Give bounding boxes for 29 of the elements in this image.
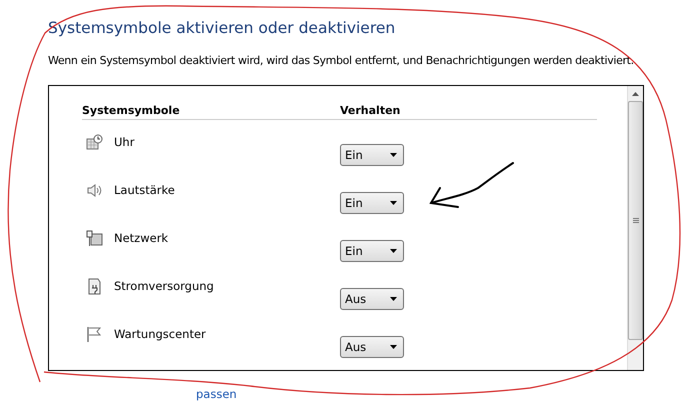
icon-name: Wartungscenter [114,326,207,341]
dropdown-arrow-icon [390,345,397,349]
flag-icon [86,326,103,343]
dropdown-arrow-icon [390,153,397,157]
behavior-dropdown[interactable]: Ein [340,144,404,166]
grip-icon [632,218,638,223]
dropdown-arrow-icon [390,201,397,205]
scrollbar-thumb[interactable] [628,101,643,340]
clock-icon [86,134,103,151]
speaker-icon [86,182,103,199]
behavior-dropdown[interactable]: Ein [340,192,404,214]
description-text: Wenn ein Systemsymbol deaktiviert wird, wird das Symbol entfernt, und Benachrichtigungen werden deaktiviert. [48,54,634,67]
scroll-up-icon[interactable] [632,92,639,96]
behavior-dropdown[interactable]: Ein [340,240,404,262]
icon-name: Uhr [114,134,136,149]
behavior-dropdown[interactable]: Aus [340,336,404,358]
network-icon [86,230,103,247]
dropdown-arrow-icon [390,297,397,301]
scrollbar[interactable] [627,86,643,370]
customize-link[interactable]: passen [196,387,237,401]
plug-icon [86,278,103,295]
column-header: Verhalten [340,104,400,117]
icon-name: Netzwerk [114,230,170,245]
dropdown-arrow-icon [390,249,397,253]
section-title: Systemsymbole aktivieren oder deaktivieren [48,19,396,37]
icon-name: Stromversorgung [114,278,215,293]
column-header: Systemsymbole [82,104,181,117]
icon-name: Lautstärke [114,182,176,197]
behavior-dropdown[interactable]: Aus [340,288,404,310]
